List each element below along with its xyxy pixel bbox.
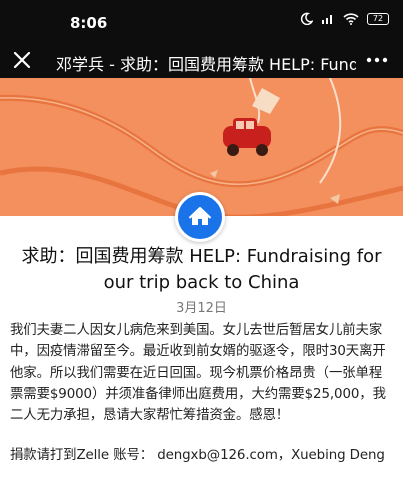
page-title: 求助：回国费用筹款 HELP: Fundraising for our trip… [21, 246, 382, 293]
payment-info: 捐款请打到Zelle 账号： dengxb@126.com，Xuebing De… [10, 448, 385, 463]
title-bar: 邓学兵 - 求助：回国费用筹款 HELP: Fundraising for ou… [0, 44, 403, 78]
battery-icon: 72 [367, 12, 389, 25]
home-icon [188, 206, 212, 225]
avatar [175, 192, 225, 242]
signal-icon [322, 15, 332, 24]
moon-icon [300, 12, 313, 25]
more-icon[interactable] [365, 48, 389, 72]
wifi-icon [343, 13, 359, 25]
close-icon[interactable] [10, 48, 34, 72]
status-bar: 8:06 72 [0, 0, 403, 44]
status-time: 8:06 [70, 14, 108, 32]
post-body: 我们夫妻二人因女儿病危来到美国。女儿去世后暂居女儿前夫家中，因疫情滞留至今。最近… [10, 323, 386, 424]
status-icons: 72 [300, 12, 389, 25]
post-date: 3月12日 [176, 301, 227, 316]
window-title: 邓学兵 - 求助：回国费用筹款 HELP: Fundraising for ou… [56, 55, 356, 74]
